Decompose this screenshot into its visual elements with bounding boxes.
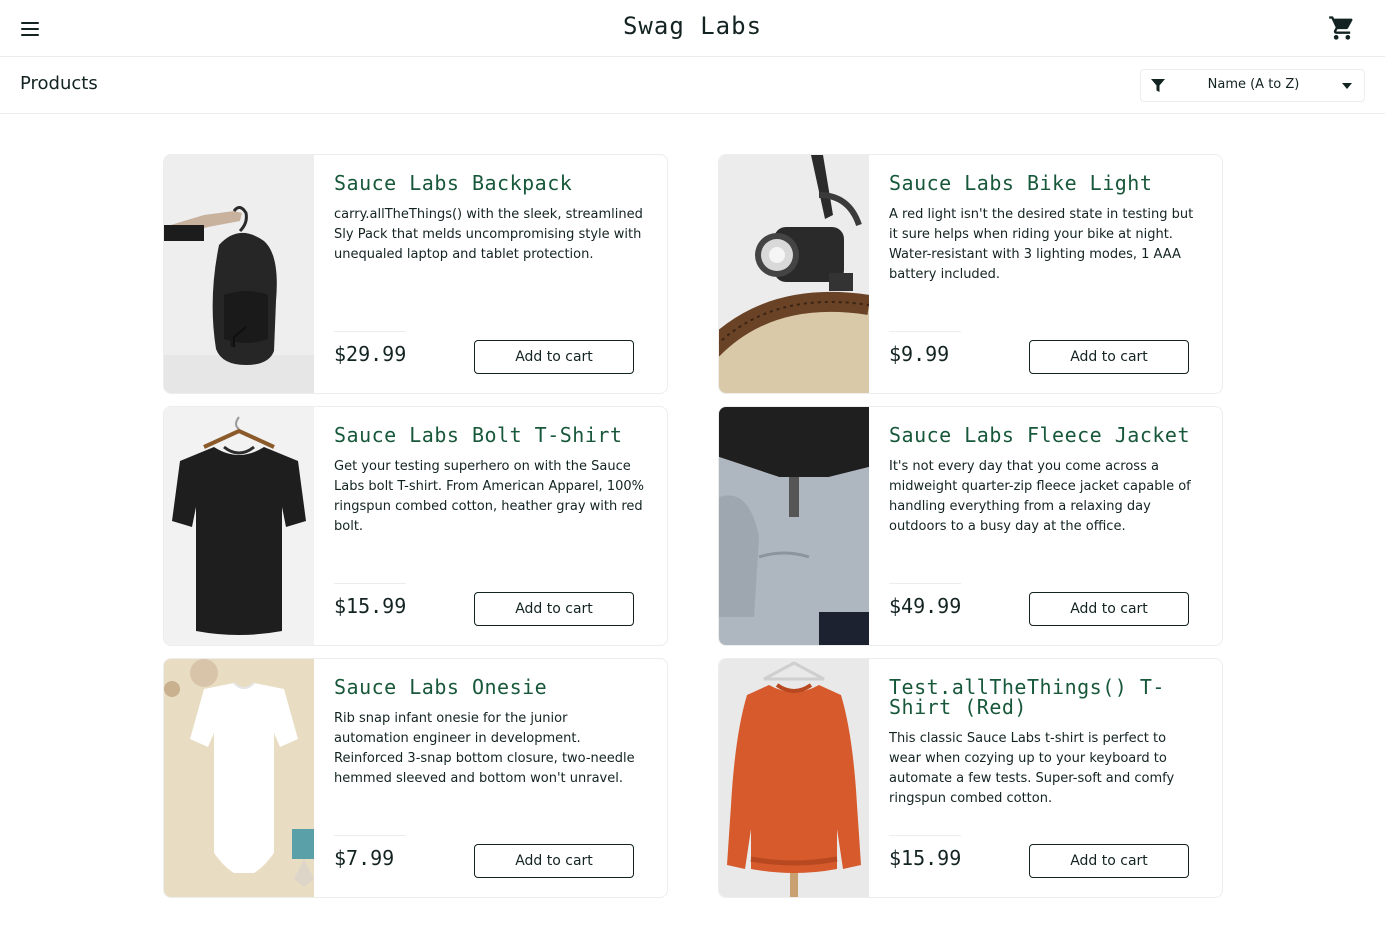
price-divider	[889, 583, 961, 584]
price-divider	[334, 331, 406, 332]
product-price: $15.99	[889, 846, 962, 870]
add-to-cart-button[interactable]: Add to cart	[474, 844, 634, 878]
inventory-item: Sauce Labs Fleece Jacket It's not every …	[718, 406, 1223, 646]
product-image-backpack[interactable]	[164, 155, 314, 393]
add-to-cart-button[interactable]: Add to cart	[1029, 844, 1189, 878]
sort-selected-value: Name (A to Z)	[1207, 77, 1300, 92]
add-to-cart-button[interactable]: Add to cart	[474, 592, 634, 626]
product-name[interactable]: Sauce Labs Bolt T-Shirt	[334, 425, 654, 445]
price-divider	[334, 583, 406, 584]
product-price: $9.99	[889, 342, 950, 366]
product-description: It's not every day that you come across …	[889, 459, 1191, 534]
hamburger-menu-icon[interactable]	[18, 17, 42, 41]
price-divider	[334, 835, 406, 836]
product-description: A red light isn't the desired state in t…	[889, 207, 1194, 282]
secondary-header: Products Name (A to Z)	[0, 57, 1385, 114]
sort-dropdown[interactable]: Name (A to Z)	[1140, 69, 1365, 102]
product-price: $29.99	[334, 342, 407, 366]
inventory-item: Sauce Labs Bolt T-Shirt Get your testing…	[163, 406, 668, 646]
product-description: carry.allTheThings() with the sleek, str…	[334, 207, 643, 262]
product-name[interactable]: Sauce Labs Onesie	[334, 677, 654, 697]
product-description: Get your testing superhero on with the S…	[334, 459, 644, 534]
inventory-item: Sauce Labs Backpack carry.allTheThings()…	[163, 154, 668, 394]
product-name[interactable]: Sauce Labs Bike Light	[889, 173, 1209, 193]
inventory-item: Sauce Labs Onesie Rib snap infant onesie…	[163, 658, 668, 898]
product-name[interactable]: Test.allTheThings() T-Shirt (Red)	[889, 677, 1209, 717]
product-name[interactable]: Sauce Labs Fleece Jacket	[889, 425, 1209, 445]
product-price: $15.99	[334, 594, 407, 618]
add-to-cart-button[interactable]: Add to cart	[1029, 340, 1189, 374]
app-title: Swag Labs	[622, 12, 763, 40]
product-image-bolt-tshirt[interactable]	[164, 407, 314, 645]
add-to-cart-button[interactable]: Add to cart	[474, 340, 634, 374]
shopping-cart-icon[interactable]	[1327, 14, 1357, 42]
product-image-red-tshirt[interactable]	[719, 659, 869, 897]
price-divider	[889, 331, 961, 332]
add-to-cart-button[interactable]: Add to cart	[1029, 592, 1189, 626]
chevron-down-icon	[1342, 83, 1352, 89]
inventory-item: Test.allTheThings() T-Shirt (Red) This c…	[718, 658, 1223, 898]
product-description: This classic Sauce Labs t-shirt is perfe…	[889, 731, 1175, 806]
product-image-bike-light[interactable]	[719, 155, 869, 393]
inventory-item: Sauce Labs Bike Light A red light isn't …	[718, 154, 1223, 394]
primary-header: Swag Labs	[0, 0, 1385, 57]
product-price: $7.99	[334, 846, 395, 870]
price-divider	[889, 835, 961, 836]
product-description: Rib snap infant onesie for the junior au…	[334, 711, 635, 786]
product-image-fleece-jacket[interactable]	[719, 407, 869, 645]
product-name[interactable]: Sauce Labs Backpack	[334, 173, 654, 193]
page-title: Products	[20, 73, 98, 94]
product-price: $49.99	[889, 594, 962, 618]
product-image-onesie[interactable]	[164, 659, 314, 897]
